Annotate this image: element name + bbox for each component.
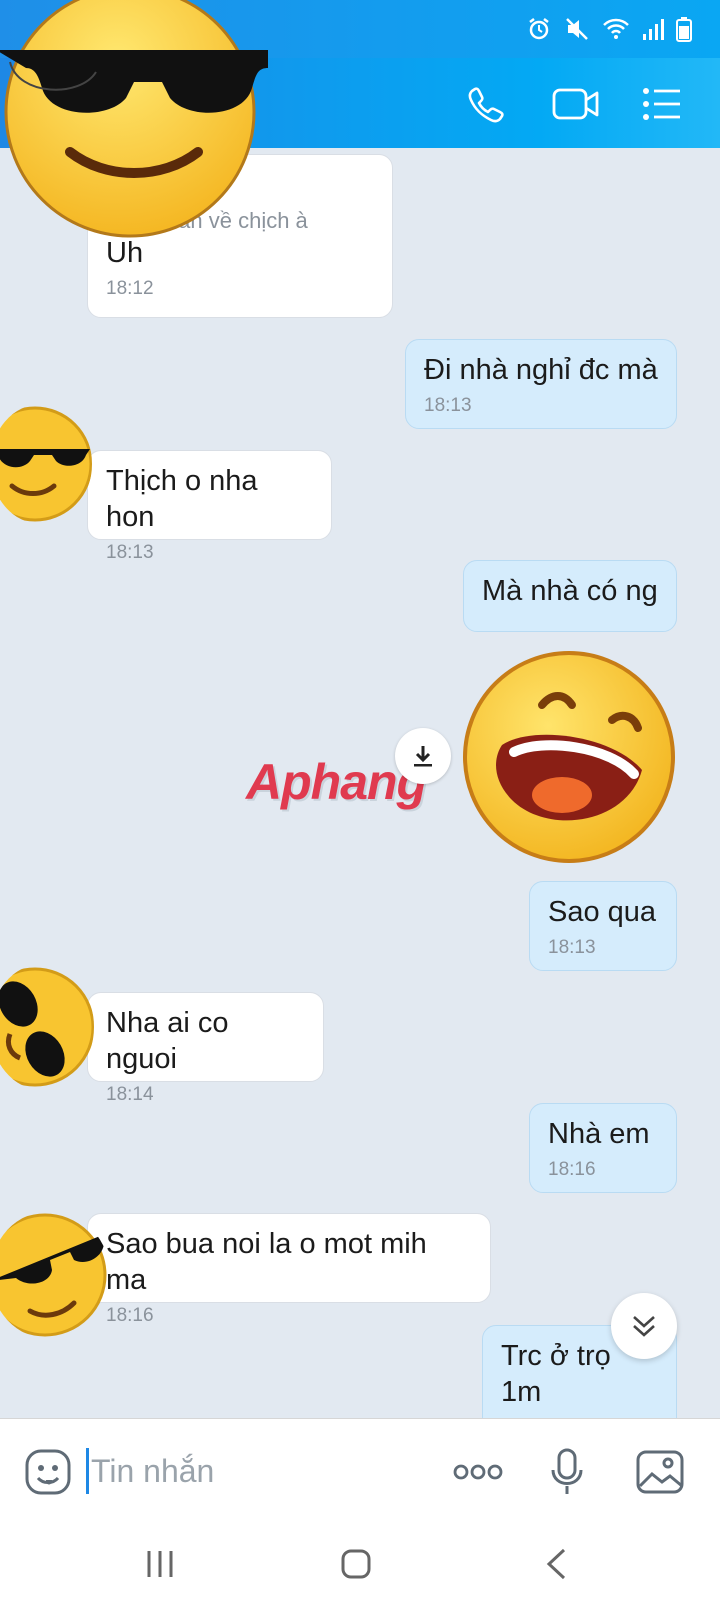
text-cursor — [86, 1448, 89, 1494]
message-input[interactable]: Tin nhắn — [86, 1441, 426, 1501]
wifi-icon — [603, 18, 629, 39]
download-icon — [414, 746, 432, 767]
recent-apps-button[interactable] — [130, 1542, 190, 1586]
message-time: 18:13 — [106, 542, 154, 563]
message-time: 18:16 — [106, 1305, 154, 1326]
message-text: Thịch o nha hon — [106, 465, 258, 533]
video-call-button[interactable] — [548, 80, 604, 128]
back-button[interactable] — [526, 1542, 586, 1586]
laughing-face-icon — [463, 651, 675, 863]
message-bubble-outgoing[interactable]: Mà nhà có ng — [463, 560, 677, 632]
more-dots-icon — [453, 1464, 503, 1480]
recent-apps-icon — [147, 1551, 173, 1577]
avatar[interactable] — [0, 404, 92, 524]
message-time: 18:13 — [548, 937, 596, 958]
home-button[interactable] — [326, 1542, 386, 1586]
message-text: Sao bua noi la o mot mih ma — [106, 1228, 427, 1296]
message-text: Nha ai co nguoi — [106, 1007, 229, 1075]
sunglasses-face-icon — [0, 0, 268, 238]
message-time: 18:16 — [548, 1159, 596, 1180]
message-text: Mà nhà có ng — [482, 575, 658, 607]
double-chevron-down-icon — [633, 1316, 655, 1337]
more-options-button[interactable] — [448, 1446, 508, 1498]
message-composer: Tin nhắn — [0, 1418, 720, 1529]
video-call-icon — [552, 88, 599, 120]
message-time: 18:14 — [106, 1084, 154, 1105]
scroll-to-bottom-button[interactable] — [611, 1293, 677, 1359]
status-icons — [526, 16, 692, 42]
message-bubble-incoming[interactable]: Nha ai co nguoi 18:14 — [87, 992, 324, 1105]
message-list[interactable]: ...keu dẫn về chịch à Uh 18:12 Đi nhà ng… — [0, 148, 720, 1418]
message-bubble-outgoing[interactable]: Nhà em 18:16 — [529, 1103, 677, 1193]
image-picker-button[interactable] — [634, 1446, 686, 1498]
sunglasses-face-icon — [0, 406, 92, 522]
laughing-face-sticker[interactable] — [462, 650, 676, 864]
message-text: Trc ở trọ 1m — [501, 1340, 611, 1408]
avatar[interactable] — [0, 1211, 110, 1339]
back-icon — [546, 1548, 566, 1580]
avatar[interactable] — [0, 964, 94, 1090]
sunglasses-face-icon — [0, 1213, 107, 1337]
message-text: Nhà em — [548, 1118, 650, 1150]
voice-call-button[interactable] — [462, 80, 510, 128]
sunglasses-face-icon — [0, 967, 94, 1087]
sticker-smile-icon — [25, 1449, 71, 1495]
microphone-icon — [551, 1448, 583, 1494]
message-time: 18:13 — [424, 395, 472, 416]
battery-icon — [676, 17, 692, 42]
system-navigation-bar — [0, 1528, 720, 1600]
message-bubble-incoming[interactable]: Thịch o nha hon 18:13 — [87, 450, 332, 563]
emoji-button[interactable] — [22, 1446, 74, 1498]
download-button[interactable] — [395, 728, 451, 784]
contact-avatar[interactable] — [0, 0, 272, 238]
signal-icon — [643, 19, 664, 40]
message-bubble-outgoing[interactable]: Đi nhà nghỉ đc mà 18:13 — [405, 339, 677, 429]
menu-list-icon — [643, 88, 680, 120]
image-icon — [636, 1450, 684, 1494]
home-icon — [341, 1549, 371, 1579]
message-time: 18:12 — [106, 278, 154, 299]
mute-icon — [566, 18, 588, 40]
message-input-placeholder: Tin nhắn — [91, 1452, 215, 1489]
phone-icon — [468, 87, 504, 123]
message-text: Sao qua — [548, 896, 657, 928]
message-text: Đi nhà nghỉ đc mà — [424, 354, 658, 386]
voice-message-button[interactable] — [541, 1446, 593, 1498]
alarm-icon — [529, 18, 549, 40]
message-text: Uh — [106, 237, 144, 269]
chat-menu-button[interactable] — [638, 80, 686, 128]
message-bubble-outgoing[interactable]: Sao qua 18:13 — [529, 881, 677, 971]
message-bubble-incoming[interactable]: Sao bua noi la o mot mih ma 18:16 — [87, 1213, 491, 1326]
